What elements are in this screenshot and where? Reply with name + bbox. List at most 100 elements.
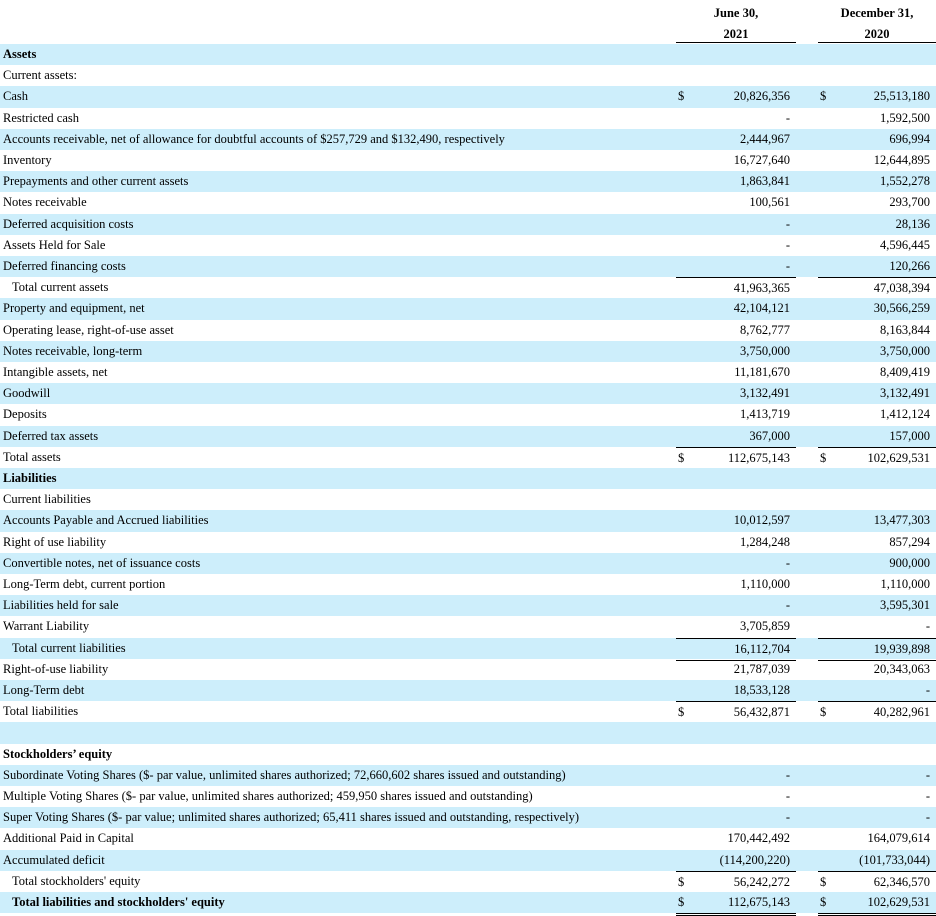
table-row: Total current assets 41,963,365 47,038,394	[0, 277, 936, 301]
row-label: Warrant Liability	[3, 619, 90, 634]
currency-symbol: $	[820, 89, 827, 104]
column-header-line2: 2020	[864, 27, 890, 41]
cell-june-2021	[676, 722, 796, 743]
amount: 8,163,844	[880, 322, 930, 337]
amount: 20,343,063	[873, 661, 930, 676]
cell-june-2021: 2,444,967	[676, 129, 796, 150]
cell-december-2020	[818, 468, 936, 489]
column-header-june-2021: June 30, 2021	[676, 0, 796, 43]
amount: 47,038,394	[873, 281, 930, 296]
cell-december-2020: 1,110,000	[818, 574, 936, 595]
cell-june-2021: 42,104,121	[676, 298, 796, 319]
table-row: Multiple Voting Shares ($- par value, un…	[0, 786, 936, 807]
cell-december-2020: -	[818, 616, 936, 637]
amount: 1,592,500	[880, 110, 930, 125]
table-row: Accumulated deficit (114,200,220) (101,733…	[0, 849, 936, 871]
cell-june-2021: 1,284,248	[676, 532, 796, 553]
cell-june-2021: $112,675,143	[676, 892, 796, 916]
table-row: Operating lease, right-of-use asset 8,762…	[0, 320, 936, 341]
row-label: Subordinate Voting Shares ($- par value,…	[3, 767, 566, 782]
amount: 3,750,000	[880, 343, 930, 358]
amount: 1,412,124	[880, 407, 930, 422]
table-row: Warrant Liability 3,705,859 -	[0, 616, 936, 637]
amount: -	[785, 216, 790, 231]
amount: 900,000	[889, 555, 930, 570]
amount: 170,442,492	[727, 831, 791, 846]
cell-june-2021: 1,413,719	[676, 404, 796, 425]
cell-december-2020: 8,163,844	[818, 320, 936, 341]
table-row: Total assets $112,675,143 $102,629,531	[0, 446, 936, 472]
cell-december-2020: 293,700	[818, 192, 936, 213]
cell-december-2020: -	[818, 680, 936, 701]
amount: 18,533,128	[733, 683, 790, 697]
amount: 11,181,670	[734, 365, 790, 379]
currency-symbol: $	[678, 450, 685, 465]
currency-symbol: $	[820, 705, 827, 720]
cell-december-2020: 47,038,394	[818, 277, 936, 301]
cell-december-2020: 8,409,419	[818, 362, 936, 383]
row-label: Notes receivable	[3, 195, 87, 210]
amount: 157,000	[889, 428, 930, 443]
cell-december-2020: 900,000	[818, 553, 936, 574]
cell-december-2020: -	[818, 765, 936, 786]
currency-symbol: $	[820, 874, 827, 889]
amount: 62,346,570	[873, 874, 930, 889]
amount: 1,552,278	[880, 174, 930, 189]
table-row: Cash $20,826,356 $25,513,180	[0, 86, 936, 108]
cell-june-2021	[676, 65, 796, 86]
table-row: Current liabilities	[0, 489, 936, 510]
cell-december-2020	[818, 489, 936, 510]
cell-june-2021: -	[676, 595, 796, 616]
table-row: Current assets:	[0, 65, 936, 86]
currency-symbol: $	[820, 895, 827, 909]
table-row: Goodwill 3,132,491 3,132,491	[0, 383, 936, 405]
amount: 3,750,000	[740, 343, 790, 358]
currency-symbol: $	[820, 450, 827, 465]
row-label: Restricted cash	[3, 110, 80, 125]
amount: 10,012,597	[733, 513, 790, 528]
cell-december-2020: 28,136	[818, 214, 936, 235]
cell-june-2021: 1,110,000	[676, 574, 796, 595]
cell-june-2021: 11,181,670	[676, 362, 796, 383]
table-row: Convertible notes, net of issuance costs…	[0, 552, 936, 574]
table-row: Total liabilities $56,432,871 $40,282,961	[0, 701, 936, 727]
row-label: Cash	[3, 89, 28, 104]
amount: 4,596,445	[880, 237, 930, 252]
amount: 40,282,961	[873, 705, 930, 720]
amount: 1,110,000	[880, 577, 930, 591]
amount: 1,284,248	[740, 534, 790, 549]
amount: 3,595,301	[880, 598, 930, 613]
amount: -	[785, 810, 790, 825]
row-label: Total stockholders' equity	[12, 873, 141, 888]
row-label: Prepayments and other current assets	[3, 174, 189, 189]
cell-december-2020: (101,733,044)	[818, 850, 936, 871]
row-label: Additional Paid in Capital	[3, 831, 134, 846]
amount: (114,200,220)	[719, 852, 790, 867]
row-label: Accumulated deficit	[3, 852, 105, 867]
row-label: Goodwill	[3, 386, 51, 401]
cell-june-2021: 3,705,859	[676, 616, 796, 637]
cell-june-2021: -	[676, 765, 796, 786]
cell-december-2020: 20,343,063	[818, 659, 936, 680]
table-row: Liabilities	[0, 468, 936, 490]
cell-june-2021: 16,727,640	[676, 150, 796, 171]
table-row: Total stockholders' equity $56,242,272 $62…	[0, 870, 936, 896]
cell-june-2021: 16,112,704	[676, 637, 796, 661]
amount: 56,432,871	[733, 705, 790, 720]
table-row: Right of use liability 1,284,248 857,294	[0, 532, 936, 553]
amount: 12,644,895	[873, 153, 930, 167]
row-label: Operating lease, right-of-use asset	[3, 322, 174, 337]
cell-june-2021	[676, 489, 796, 510]
row-label: Deferred acquisition costs	[3, 216, 134, 231]
cell-june-2021: 3,132,491	[676, 383, 796, 404]
row-label: Stockholders’ equity	[3, 746, 113, 761]
cell-december-2020: 164,079,614	[818, 828, 936, 849]
amount: 120,266	[889, 259, 930, 273]
cell-december-2020: 13,477,303	[818, 510, 936, 531]
column-header-line1: June 30,	[713, 6, 759, 20]
column-header-december-2020: December 31, 2020	[818, 0, 936, 43]
cell-december-2020	[818, 65, 936, 86]
currency-symbol: $	[678, 895, 685, 909]
amount: -	[925, 767, 930, 782]
row-label: Assets	[3, 47, 37, 61]
